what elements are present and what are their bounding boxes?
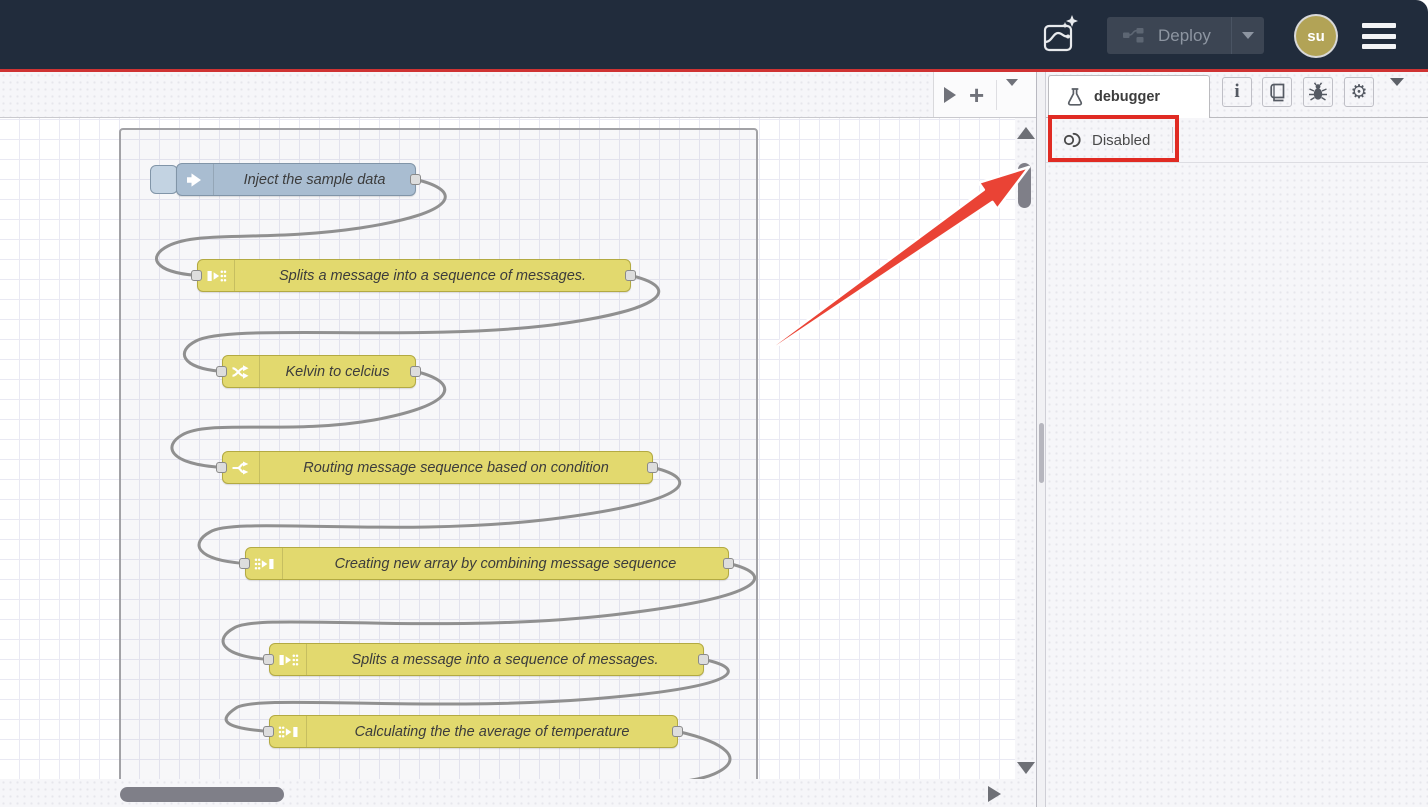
hamburger-bar: [1362, 23, 1396, 28]
split-icon: [270, 644, 307, 675]
debugger-content-empty: [1046, 163, 1428, 807]
ai-flow-icon: [1041, 14, 1081, 58]
book-icon: [1268, 83, 1287, 102]
wire-layer: [0, 118, 1015, 779]
tab-debugger[interactable]: debugger: [1048, 75, 1210, 118]
add-flow-button[interactable]: +: [969, 85, 984, 105]
avatar-initials: su: [1307, 28, 1325, 45]
output-port[interactable]: [672, 726, 683, 737]
node-switch[interactable]: Routing message sequence based on condit…: [222, 451, 653, 484]
node-label: Routing message sequence based on condit…: [260, 452, 652, 483]
canvas-viewport: Inject the sample data Splits a message i…: [0, 118, 1036, 779]
vertical-scroll-gutter: [1015, 118, 1036, 779]
flow-canvas[interactable]: Inject the sample data Splits a message i…: [0, 118, 1015, 779]
node-split[interactable]: Splits a message into a sequence of mess…: [197, 259, 631, 292]
info-tab-button[interactable]: i: [1222, 77, 1252, 107]
main-menu-button[interactable]: [1362, 23, 1396, 49]
deploy-button[interactable]: Deploy: [1107, 17, 1264, 54]
switch-icon: [223, 452, 260, 483]
output-port[interactable]: [410, 366, 421, 377]
settings-tab-button[interactable]: ⚙: [1344, 77, 1374, 107]
hamburger-bar: [1362, 44, 1396, 49]
input-port[interactable]: [263, 726, 274, 737]
output-port[interactable]: [410, 174, 421, 185]
toggle-off-icon: [1062, 130, 1084, 150]
scroll-right-icon[interactable]: [988, 786, 1001, 802]
sidebar: debugger i: [1046, 72, 1428, 807]
join-icon: [270, 716, 307, 747]
scroll-down-icon[interactable]: [1017, 762, 1035, 774]
node-label: Calculating the the average of temperatu…: [307, 716, 677, 747]
header-bar: Deploy su: [0, 0, 1428, 69]
output-port[interactable]: [647, 462, 658, 473]
ai-flow-assistant-button[interactable]: [1040, 14, 1082, 58]
node-join[interactable]: Creating new array by combining message …: [245, 547, 729, 580]
flow-list-dropdown-button[interactable]: [1006, 86, 1018, 104]
input-port[interactable]: [216, 366, 227, 377]
node-change[interactable]: Kelvin to celcius: [222, 355, 416, 388]
debug-tab-button[interactable]: [1303, 77, 1333, 107]
input-port[interactable]: [239, 558, 250, 569]
output-port[interactable]: [625, 270, 636, 281]
node-label: Kelvin to celcius: [260, 356, 415, 387]
split-icon: [198, 260, 235, 291]
bug-icon: [1308, 82, 1328, 102]
scroll-tabs-right-icon[interactable]: [944, 87, 956, 103]
hamburger-bar: [1362, 34, 1396, 39]
sidebar-options-button[interactable]: [1390, 86, 1404, 104]
info-icon: i: [1234, 81, 1239, 103]
sidebar-divider[interactable]: [1036, 72, 1046, 807]
toolbar-separator: [1172, 127, 1173, 153]
chevron-down-icon: [1006, 79, 1018, 103]
deploy-label: Deploy: [1158, 26, 1231, 46]
node-inject[interactable]: Inject the sample data: [176, 163, 416, 196]
tab-controls: +: [933, 72, 1036, 117]
help-tab-button[interactable]: [1262, 77, 1292, 107]
input-port[interactable]: [263, 654, 274, 665]
sidebar-tab-label: debugger: [1094, 89, 1160, 105]
input-port[interactable]: [216, 462, 227, 473]
input-port[interactable]: [191, 270, 202, 281]
deploy-options-button[interactable]: [1232, 32, 1264, 39]
debugger-enable-toggle[interactable]: Disabled: [1062, 130, 1150, 150]
tab-controls-separator: [996, 80, 997, 110]
inject-trigger-button[interactable]: [150, 165, 178, 194]
node-label: Creating new array by combining message …: [283, 548, 728, 579]
divider-scrollbar-thumb[interactable]: [1039, 423, 1044, 483]
user-avatar[interactable]: su: [1296, 16, 1336, 56]
chevron-down-icon: [1390, 78, 1404, 103]
horizontal-scrollbar: [0, 779, 1036, 807]
output-port[interactable]: [723, 558, 734, 569]
change-icon: [223, 356, 260, 387]
node-red-window: Deploy su +: [0, 0, 1428, 807]
workspace-column: + Inject the sample data Splits a message…: [0, 72, 1036, 807]
chevron-down-icon: [1242, 32, 1254, 39]
deploy-nodes-icon: [1123, 28, 1144, 43]
horizontal-scrollbar-thumb[interactable]: [120, 787, 284, 802]
vertical-scrollbar-thumb[interactable]: [1018, 163, 1031, 208]
node-label: Inject the sample data: [214, 164, 415, 195]
debugger-state-label: Disabled: [1092, 132, 1150, 149]
scroll-up-icon[interactable]: [1017, 127, 1035, 139]
join-icon: [246, 548, 283, 579]
node-label: Splits a message into a sequence of mess…: [307, 644, 703, 675]
debugger-toolbar: Disabled: [1046, 118, 1428, 163]
inject-icon: [177, 164, 214, 195]
sidebar-tab-row: debugger i: [1046, 72, 1428, 118]
output-port[interactable]: [698, 654, 709, 665]
node-label: Splits a message into a sequence of mess…: [235, 260, 630, 291]
gear-icon: ⚙: [1350, 83, 1367, 102]
node-split[interactable]: Splits a message into a sequence of mess…: [269, 643, 704, 676]
flask-icon: [1065, 87, 1085, 107]
flow-tab-bar: +: [0, 72, 1036, 118]
node-join[interactable]: Calculating the the average of temperatu…: [269, 715, 678, 748]
